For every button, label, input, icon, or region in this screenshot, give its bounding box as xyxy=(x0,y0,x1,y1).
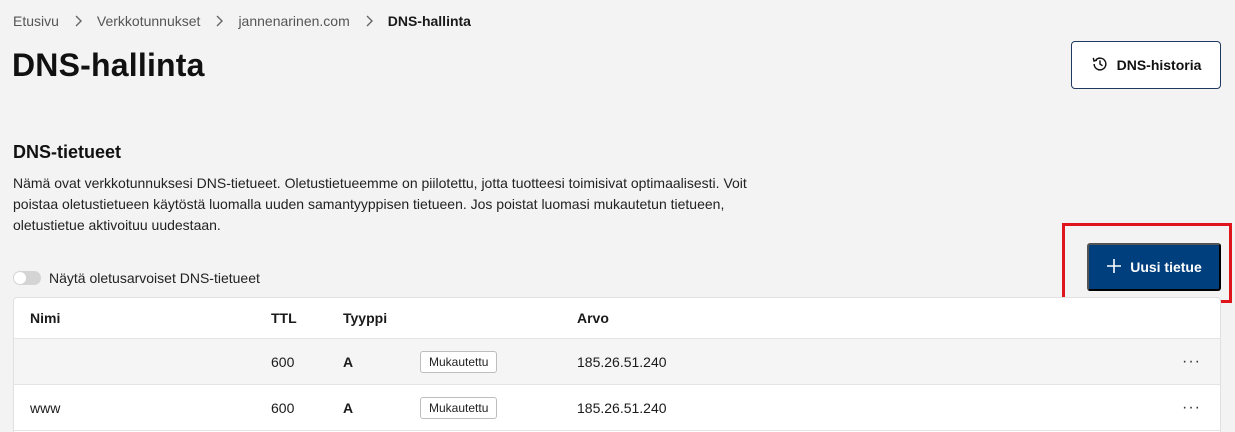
section-description: Nämä ovat verkkotunnuksesi DNS-tietueet.… xyxy=(13,175,747,233)
table-row[interactable]: www 600 A Mukautettu 185.26.51.240 ··· xyxy=(14,385,1220,431)
record-value: 185.26.51.240 xyxy=(577,353,667,370)
record-value: 185.26.51.240 xyxy=(577,399,667,416)
page-title: DNS-hallinta xyxy=(12,47,205,83)
custom-badge: Mukautettu xyxy=(420,396,498,419)
dns-records-table: Nimi TTL Tyyppi Arvo 600 A Mukautettu 18… xyxy=(13,297,1221,432)
breadcrumb-domains[interactable]: Verkkotunnukset xyxy=(97,13,201,29)
breadcrumb-current: DNS-hallinta xyxy=(387,13,471,29)
column-header-value: Arvo xyxy=(577,310,609,326)
section-title: DNS-tietueet xyxy=(13,142,122,162)
dns-management-page: Etusivu Verkkotunnukset jannenarinen.com… xyxy=(0,0,1235,432)
history-icon xyxy=(1091,55,1109,76)
record-ttl: 600 xyxy=(271,399,295,416)
breadcrumb-domain[interactable]: jannenarinen.com xyxy=(238,13,349,29)
new-record-label: Uusi tietue xyxy=(1130,259,1202,275)
dns-history-label: DNS-historia xyxy=(1116,57,1202,73)
default-records-toggle[interactable] xyxy=(13,271,41,285)
breadcrumb: Etusivu Verkkotunnukset jannenarinen.com… xyxy=(13,13,471,29)
default-records-toggle-row: Näytä oletusarvoiset DNS-tietueet xyxy=(13,270,260,286)
default-records-toggle-label: Näytä oletusarvoiset DNS-tietueet xyxy=(49,270,260,286)
new-record-button[interactable]: Uusi tietue xyxy=(1087,243,1221,291)
record-name: www xyxy=(30,399,61,416)
more-options-icon[interactable]: ··· xyxy=(1182,399,1201,417)
custom-badge: Mukautettu xyxy=(420,350,498,373)
column-header-ttl: TTL xyxy=(271,310,297,326)
table-header: Nimi TTL Tyyppi Arvo xyxy=(14,298,1220,339)
record-type: A xyxy=(343,399,354,416)
column-header-type: Tyyppi xyxy=(343,310,388,326)
column-header-name: Nimi xyxy=(30,310,61,326)
breadcrumb-home[interactable]: Etusivu xyxy=(13,13,59,29)
chevron-right-icon xyxy=(214,15,224,27)
record-type: A xyxy=(343,353,354,370)
chevron-right-icon xyxy=(73,15,83,27)
more-options-icon[interactable]: ··· xyxy=(1182,353,1201,371)
record-ttl: 600 xyxy=(271,353,295,370)
custom-badge-label: Mukautettu xyxy=(420,396,498,419)
chevron-right-icon xyxy=(364,15,374,27)
custom-badge-label: Mukautettu xyxy=(420,350,498,373)
dns-history-button[interactable]: DNS-historia xyxy=(1071,41,1221,89)
table-row[interactable]: 600 A Mukautettu 185.26.51.240 ··· xyxy=(14,339,1220,385)
plus-icon xyxy=(1106,258,1122,277)
